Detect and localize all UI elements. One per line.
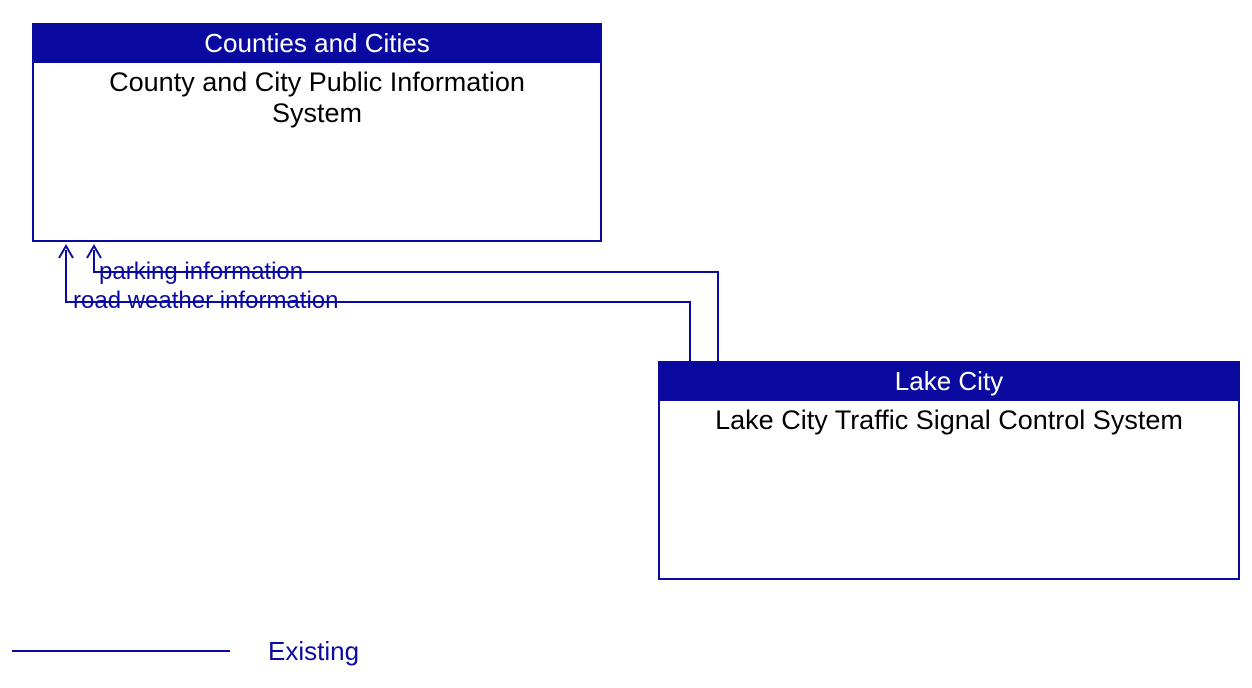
entity-body-line2: System <box>272 98 362 128</box>
entity-body-line1: County and City Public Information <box>109 67 525 97</box>
arrowhead-road-weather-information <box>59 246 73 258</box>
entity-box-lake-city-traffic: Lake City Lake City Traffic Signal Contr… <box>658 361 1240 580</box>
entity-body-lake-city-traffic: Lake City Traffic Signal Control System <box>660 401 1238 440</box>
legend-label-existing: Existing <box>268 636 359 667</box>
arrowhead-parking-information <box>87 246 101 258</box>
flow-label-parking-information: parking information <box>99 258 303 286</box>
flow-label-road-weather-information: road weather information <box>73 287 338 315</box>
entity-body-county-public-info: County and City Public Information Syste… <box>34 63 600 133</box>
entity-header-counties-cities: Counties and Cities <box>34 25 600 63</box>
entity-box-county-public-info: Counties and Cities County and City Publ… <box>32 23 602 242</box>
entity-header-lake-city: Lake City <box>660 363 1238 401</box>
